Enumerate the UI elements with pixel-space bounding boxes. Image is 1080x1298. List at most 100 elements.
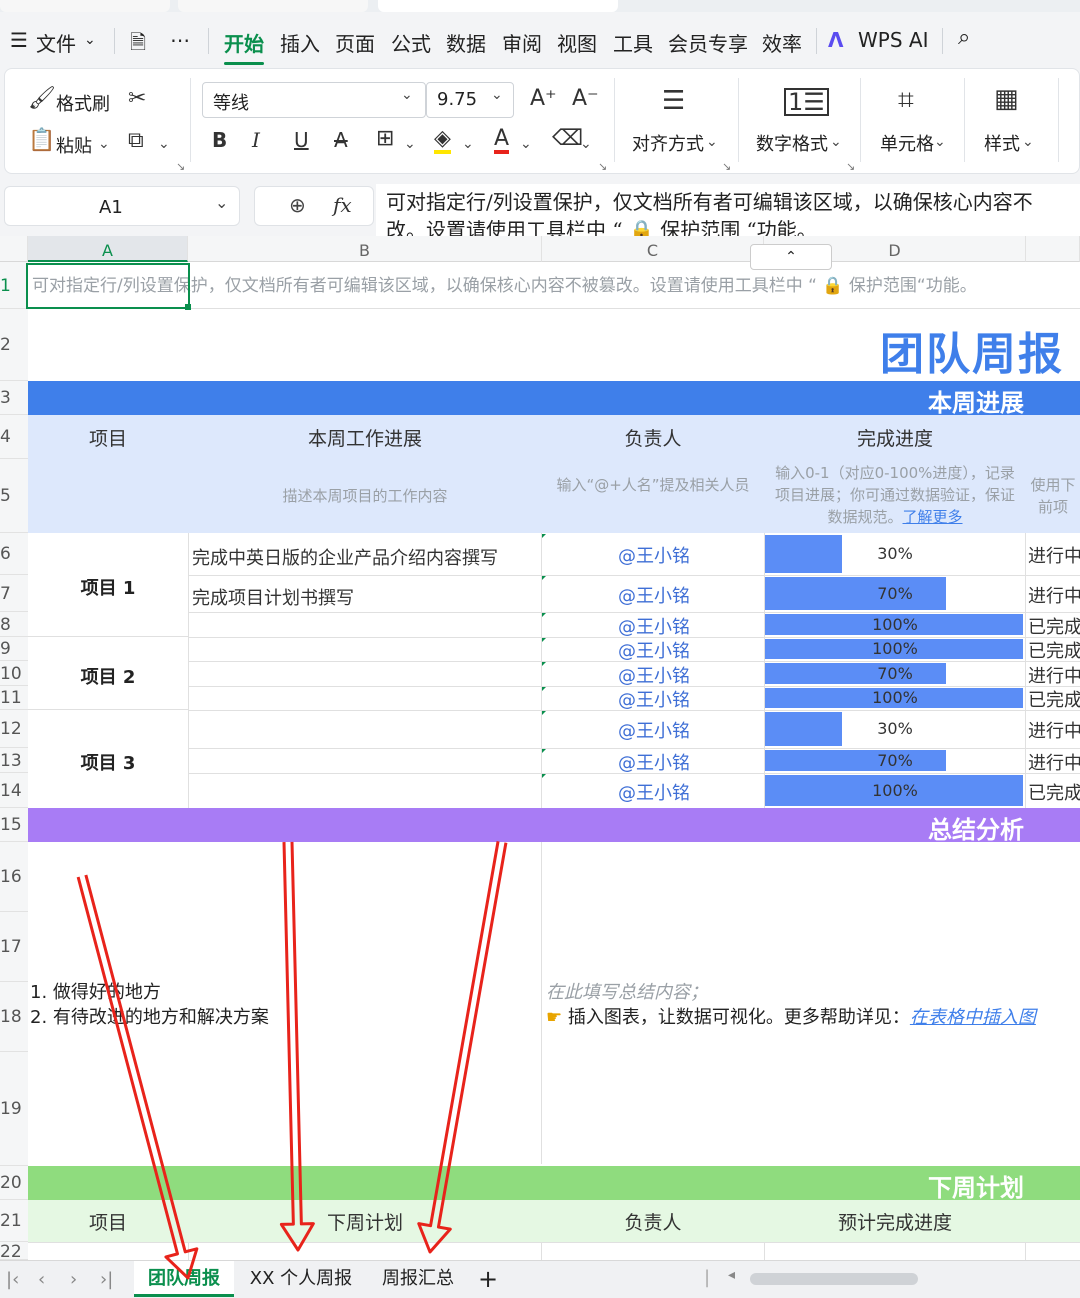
owner-mention[interactable]: @王小铭 (544, 779, 764, 805)
progress-percent[interactable]: 100% (765, 688, 1025, 707)
italic-icon[interactable]: I (252, 130, 260, 150)
status-cell[interactable]: 进行中 (1028, 542, 1080, 568)
chevron-down-icon[interactable]: ⌄ (1022, 134, 1034, 150)
window-tab[interactable] (0, 0, 170, 12)
sheet-tab-personal-report[interactable]: XX 个人周报 (240, 1261, 362, 1297)
eraser-icon[interactable]: ⌫ (552, 128, 583, 150)
row-header-22[interactable]: 22 (0, 1242, 28, 1262)
row-header-5[interactable]: 5 (0, 459, 28, 533)
menu-view[interactable]: 视图 (557, 28, 597, 57)
owner-mention[interactable]: @王小铭 (544, 717, 764, 743)
chevron-down-icon[interactable]: ⌄ (520, 136, 532, 152)
window-tab-active[interactable] (378, 0, 618, 12)
row-header-1[interactable]: 1 (0, 262, 28, 309)
menu-formula[interactable]: 公式 (391, 28, 431, 57)
progress-percent[interactable]: 100% (765, 615, 1025, 634)
learn-more-link[interactable]: 了解更多 (903, 508, 963, 526)
name-box[interactable]: A1 ⌄ (4, 186, 240, 226)
progress-percent[interactable]: 100% (765, 781, 1025, 800)
select-all-corner[interactable] (0, 236, 28, 262)
decrease-font-icon[interactable]: A⁻ (572, 88, 599, 110)
status-cell[interactable]: 进行中 (1028, 662, 1080, 688)
window-tab[interactable] (178, 0, 368, 12)
row-header-15[interactable]: 15 (0, 808, 28, 842)
cut-icon[interactable]: ✂ (128, 88, 146, 110)
chevron-down-icon[interactable]: ⌄ (462, 136, 474, 152)
chevron-down-icon[interactable]: ⌄ (98, 136, 110, 152)
owner-mention[interactable]: @王小铭 (544, 749, 764, 775)
chevron-down-icon[interactable]: ⌄ (215, 193, 228, 212)
sheet-tab-team-report[interactable]: 团队周报 (134, 1261, 234, 1297)
progress-percent[interactable]: 70% (765, 751, 1025, 770)
owner-mention[interactable]: @王小铭 (544, 542, 764, 568)
task-cell[interactable]: 完成中英日版的企业产品介绍内容撰写 (192, 544, 498, 570)
status-cell[interactable]: 已完成 (1028, 686, 1080, 712)
row-header-16[interactable]: 16 (0, 842, 28, 912)
column-header-e[interactable] (1026, 236, 1080, 262)
owner-mention[interactable]: @王小铭 (544, 582, 764, 608)
chevron-down-icon[interactable]: ⌄ (84, 32, 96, 48)
insert-chart-help-link[interactable]: 在表格中插入图 (910, 1007, 1036, 1028)
status-cell[interactable]: 已完成 (1028, 613, 1080, 639)
row-header-10[interactable]: 10 (0, 661, 28, 686)
dialog-launcher-icon[interactable]: ↘ (598, 160, 607, 173)
row-header-12[interactable]: 12 (0, 710, 28, 748)
summary-notes[interactable]: 1. 做得好的地方 2. 有待改进的地方和解决方案 (30, 980, 269, 1030)
function-icon[interactable]: fx (333, 193, 352, 217)
format-painter-button[interactable]: 格式刷 (56, 90, 110, 116)
fill-color-icon[interactable]: ◈ (434, 128, 451, 154)
status-cell[interactable]: 进行中 (1028, 749, 1080, 775)
last-sheet-icon[interactable]: ›| (100, 1269, 113, 1290)
menu-wps-ai[interactable]: WPS AI (858, 28, 928, 52)
task-cell[interactable]: 完成项目计划书撰写 (192, 584, 354, 610)
cell-button[interactable]: 单元格 (880, 130, 934, 156)
selected-cell-a1[interactable] (26, 263, 190, 309)
zoom-icon[interactable]: ⊕ (289, 193, 306, 217)
menu-efficiency[interactable]: 效率 (762, 28, 802, 57)
dialog-launcher-icon[interactable]: ↘ (722, 160, 731, 173)
sheet-tab-summary[interactable]: 周报汇总 (372, 1261, 464, 1297)
prev-sheet-icon[interactable]: ‹ (38, 1269, 45, 1290)
row-header-19[interactable]: 19 (0, 1052, 28, 1166)
paste-icon[interactable]: 📋 (28, 130, 55, 152)
owner-mention[interactable]: @王小铭 (544, 613, 764, 639)
font-name-select[interactable]: 等线 ⌄ (202, 82, 426, 118)
bold-icon[interactable]: B (212, 130, 227, 150)
copy-icon[interactable]: ⧉ (128, 130, 144, 152)
row-header-14[interactable]: 14 (0, 773, 28, 808)
summary-content[interactable]: 在此填写总结内容； ☛ 插入图表，让数据可视化。更多帮助详见：在表格中插入图 (546, 980, 1036, 1030)
chevron-down-icon[interactable]: ⌄ (706, 134, 718, 150)
underline-icon[interactable]: U (294, 130, 309, 150)
row-header-6[interactable]: 6 (0, 533, 28, 575)
format-painter-icon[interactable]: 🖌 (28, 88, 56, 110)
row-header-7[interactable]: 7 (0, 575, 28, 612)
menu-review[interactable]: 审阅 (502, 28, 542, 57)
more-icon[interactable]: ⋯ (170, 28, 190, 52)
row-header-18[interactable]: 18 (0, 982, 28, 1052)
row-header-11[interactable]: 11 (0, 686, 28, 710)
align-icon[interactable]: ☰ (662, 88, 685, 114)
row-header-13[interactable]: 13 (0, 748, 28, 773)
next-sheet-icon[interactable]: › (70, 1269, 77, 1290)
status-cell[interactable]: 进行中 (1028, 582, 1080, 608)
save-icon[interactable]: 🗎 (130, 28, 146, 62)
row-header-2[interactable]: 2 (0, 309, 28, 381)
progress-percent[interactable]: 100% (765, 639, 1025, 658)
owner-mention[interactable]: @王小铭 (544, 662, 764, 688)
menu-insert[interactable]: 插入 (280, 28, 320, 57)
chevron-down-icon[interactable]: ⌄ (830, 134, 842, 150)
number-format-button[interactable]: 数字格式 (756, 130, 828, 156)
scroll-left-icon[interactable]: ◂ (728, 1267, 735, 1283)
strikethrough-icon[interactable]: A (334, 130, 348, 150)
increase-font-icon[interactable]: A⁺ (530, 88, 557, 110)
add-sheet-icon[interactable]: + (478, 1265, 498, 1293)
paste-button[interactable]: 粘贴 (56, 132, 92, 158)
font-color-icon[interactable]: A (494, 128, 510, 154)
chevron-down-icon[interactable]: ⌄ (404, 136, 416, 152)
style-button[interactable]: 样式 (984, 130, 1020, 156)
dialog-launcher-icon[interactable]: ↘ (176, 160, 185, 173)
font-size-select[interactable]: 9.75 ⌄ (426, 82, 514, 118)
progress-percent[interactable]: 30% (765, 719, 1025, 738)
menu-page[interactable]: 页面 (335, 28, 375, 57)
chevron-down-icon[interactable]: ⌄ (934, 134, 946, 150)
